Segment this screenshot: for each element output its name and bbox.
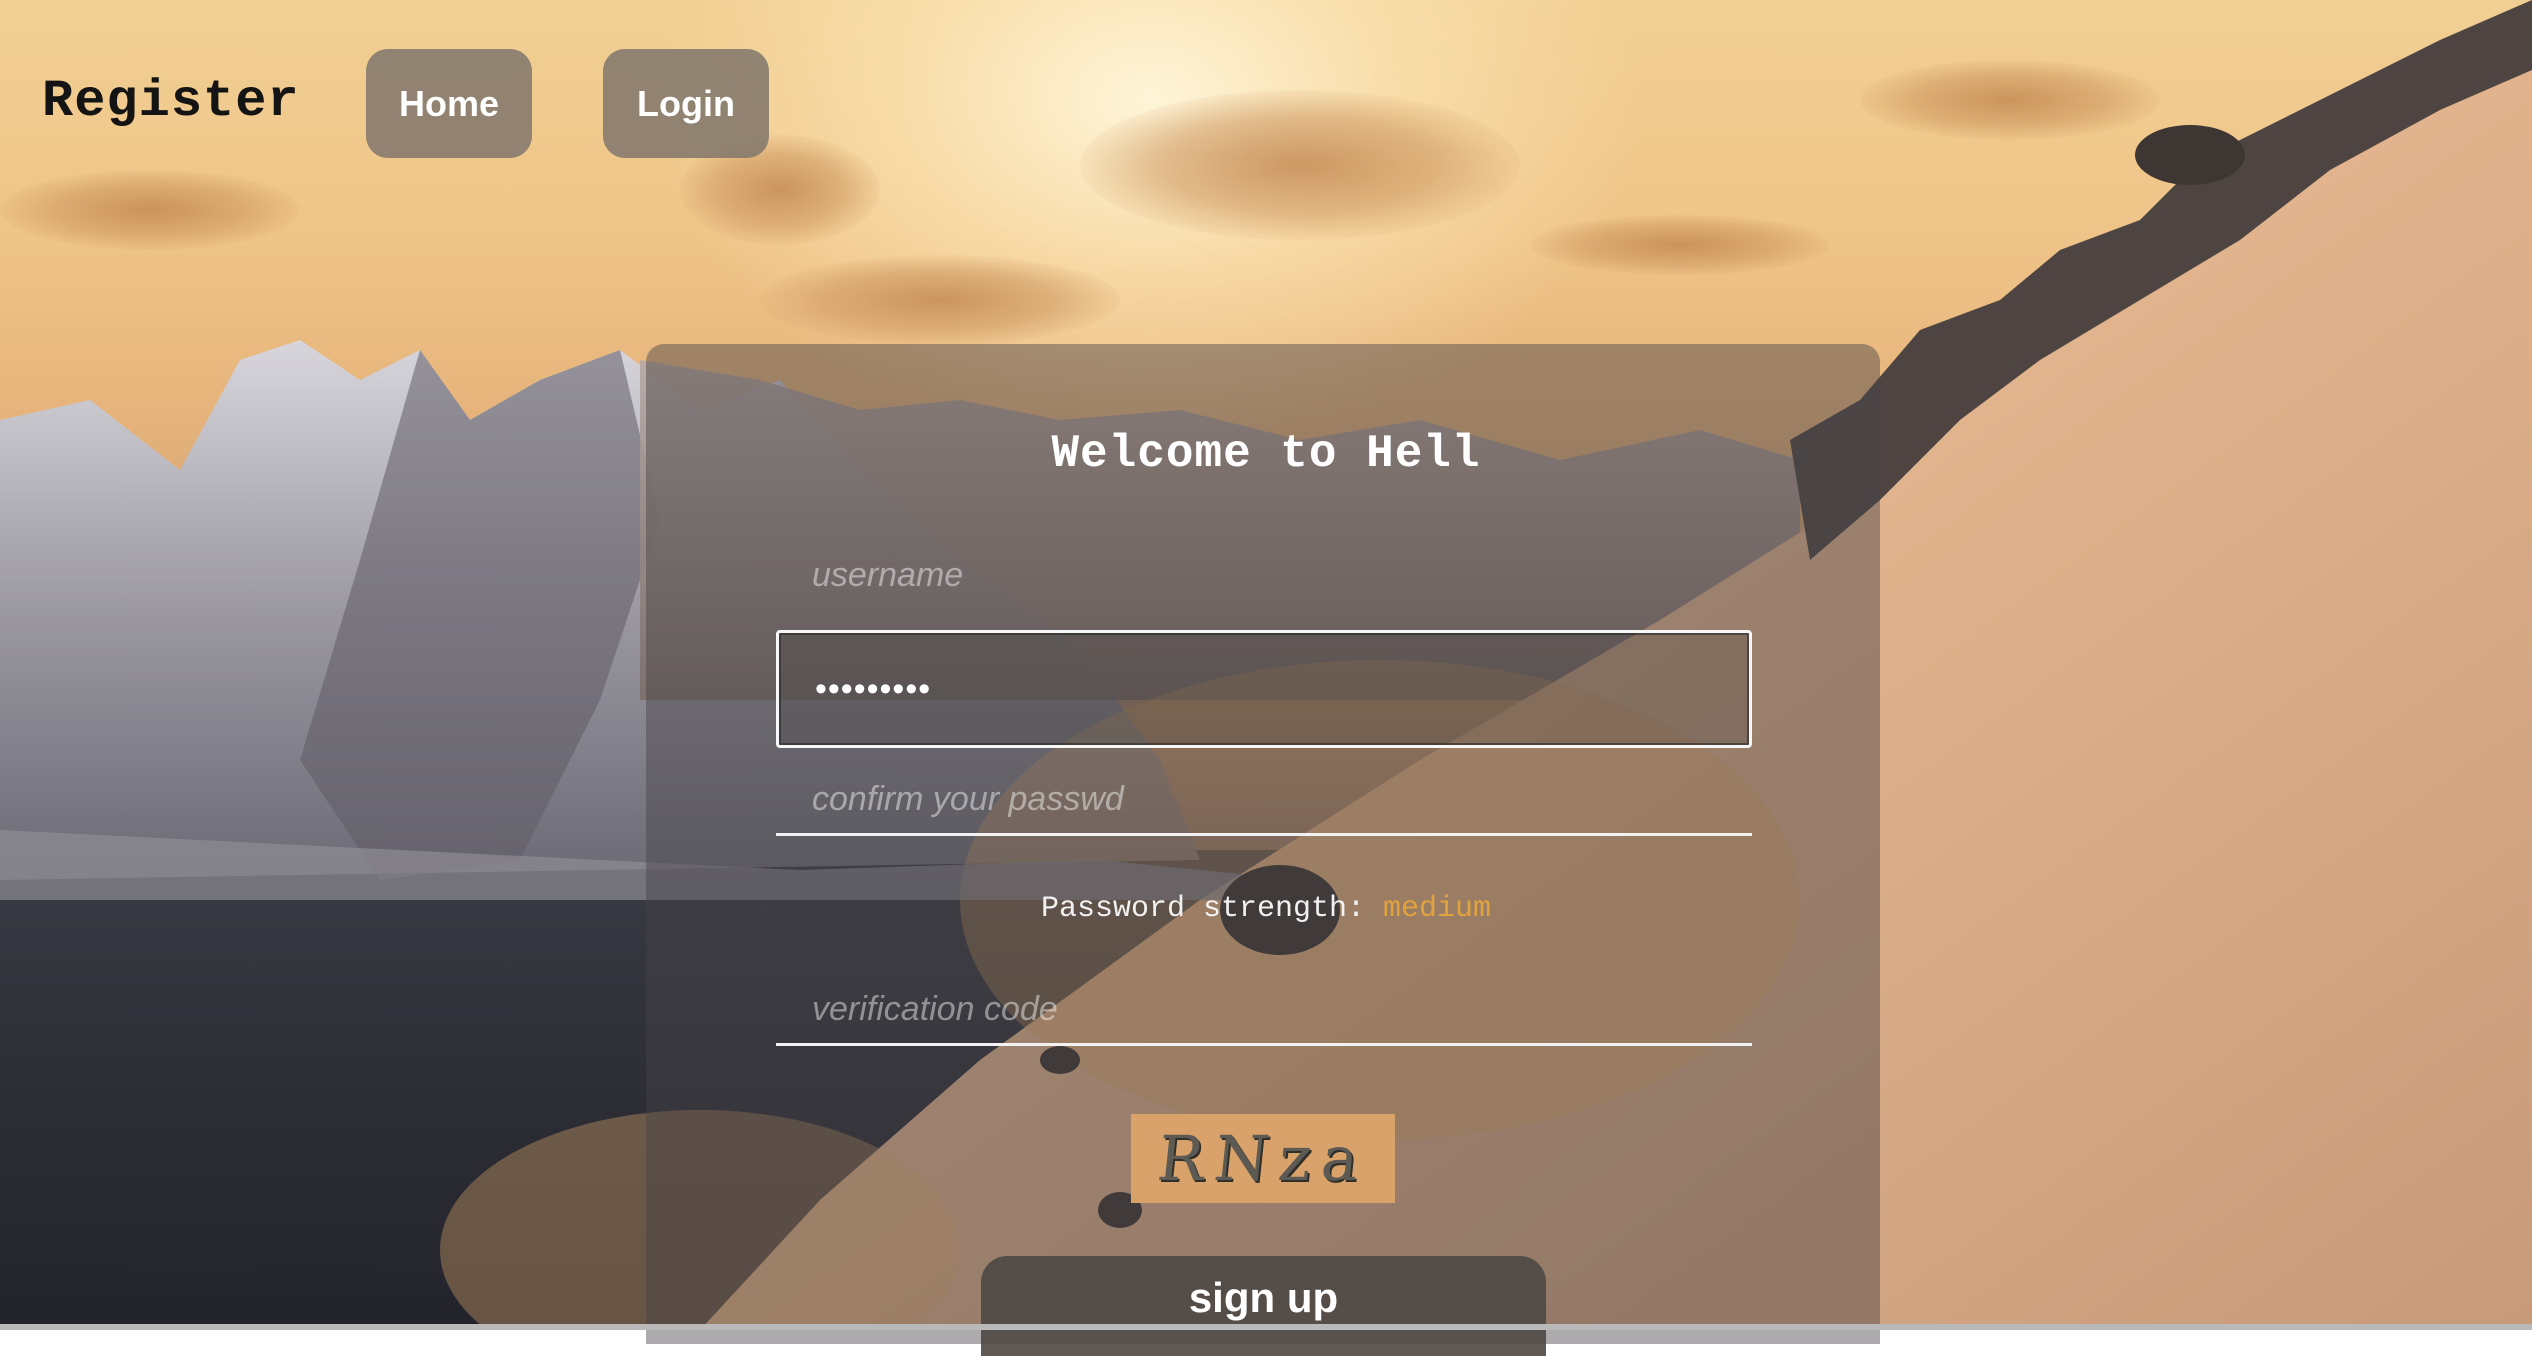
page-title: Register: [42, 72, 300, 131]
confirm-password-input[interactable]: [776, 766, 1752, 836]
captcha-image[interactable]: RNza: [1131, 1114, 1395, 1203]
password-strength-label: Password strength:: [1040, 892, 1365, 926]
password-input[interactable]: [776, 630, 1752, 748]
password-strength: Password strength: medium: [0, 892, 2532, 926]
sign-up-button[interactable]: sign up: [981, 1256, 1546, 1356]
rock: [2135, 125, 2245, 185]
form-title: Welcome to Hell: [1051, 428, 1481, 480]
captcha-text: RNza: [1153, 1122, 1373, 1195]
bottom-scrollbar: [0, 1324, 2532, 1330]
password-strength-value: medium: [1383, 892, 1492, 926]
verification-code-input[interactable]: [776, 976, 1752, 1046]
username-input[interactable]: [776, 540, 1752, 610]
home-button[interactable]: Home: [366, 49, 532, 158]
login-button[interactable]: Login: [603, 49, 769, 158]
